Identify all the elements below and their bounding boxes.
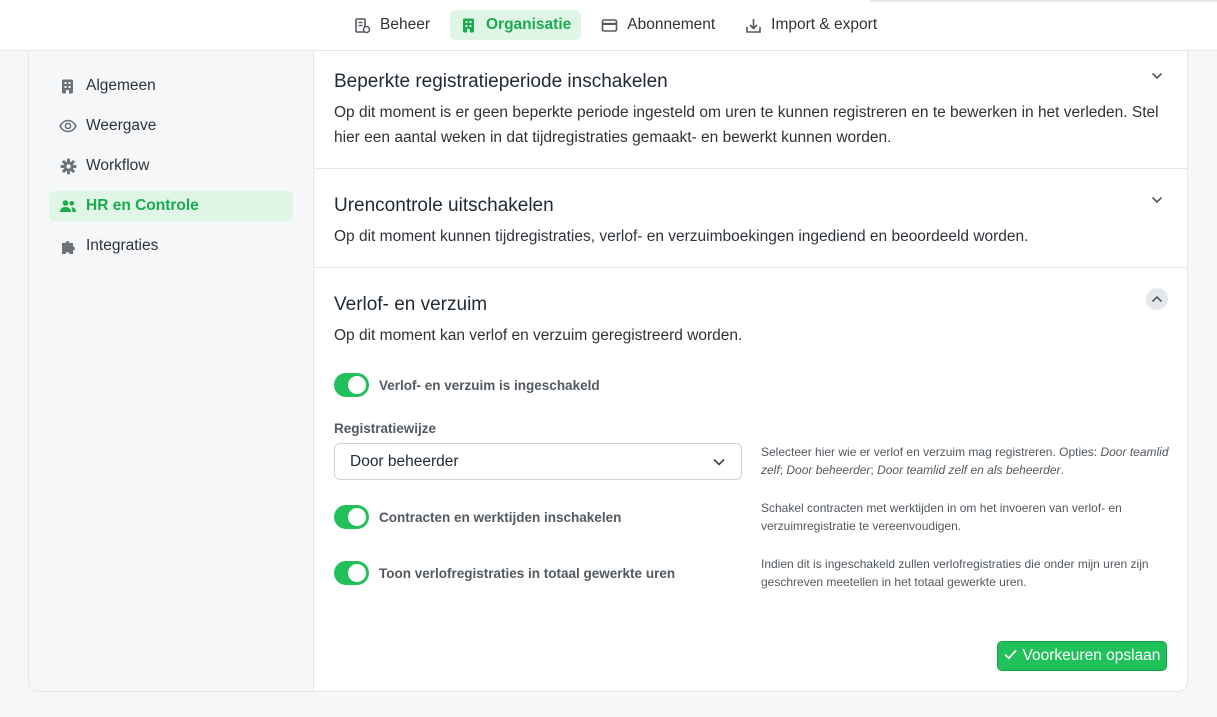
- chevron-down-icon[interactable]: [1146, 65, 1168, 87]
- section-description: Op dit moment kan verlof en verzuim gere…: [334, 327, 743, 344]
- sidebar-item-algemeen[interactable]: Algemeen: [49, 71, 293, 101]
- section-registration-period: Beperkte registratieperiode inschakelen …: [314, 51, 1188, 169]
- save-preferences-button[interactable]: Voorkeuren opslaan: [997, 641, 1167, 671]
- section-description: Op dit moment kunnen tijdregistraties, v…: [334, 228, 1029, 245]
- show-leave-label: Toon verlofregistraties in totaal gewerk…: [379, 566, 676, 581]
- show-leave-toggle[interactable]: [334, 561, 369, 585]
- tab-label: Beheer: [380, 16, 430, 33]
- chevron-up-icon[interactable]: [1146, 288, 1168, 310]
- section-title: Beperkte registratieperiode inschakelen: [334, 71, 668, 92]
- credit-card-icon: [601, 17, 618, 34]
- leave-enabled-label: Verlof- en verzuim is ingeschakeld: [379, 378, 600, 393]
- tab-label: Abonnement: [627, 16, 716, 33]
- building-gear-icon: [354, 17, 371, 34]
- registration-mode-help: Selecteer hier wie er verlof en verzuim …: [761, 443, 1171, 479]
- tab-label: Import & export: [771, 16, 878, 33]
- help-text: .: [1060, 463, 1064, 477]
- sidebar-item-workflow[interactable]: Workflow: [49, 151, 293, 181]
- eye-icon: [59, 117, 77, 135]
- building-icon: [460, 17, 477, 34]
- top-navigation: Beheer Organisatie Abonnement Import & e…: [0, 0, 1217, 51]
- sidebar-item-label: HR en Controle: [86, 197, 199, 214]
- chevron-down-icon[interactable]: [1146, 189, 1168, 211]
- top-divider: [870, 0, 1217, 2]
- check-icon: [1003, 647, 1017, 665]
- sidebar-item-label: Workflow: [86, 157, 150, 174]
- tab-abonnement[interactable]: Abonnement: [591, 10, 725, 40]
- puzzle-icon: [59, 237, 77, 255]
- contracts-label: Contracten en werktijden inschakelen: [379, 510, 622, 525]
- sidebar-item-label: Algemeen: [86, 77, 156, 94]
- leave-enabled-toggle[interactable]: [334, 373, 369, 397]
- sidebar-item-label: Weergave: [86, 117, 157, 134]
- tab-label: Organisatie: [485, 16, 572, 33]
- tab-beheer[interactable]: Beheer: [344, 10, 440, 40]
- registration-mode-label: Registratiewijze: [334, 421, 437, 436]
- registration-mode-select[interactable]: Door beheerder: [334, 443, 742, 480]
- help-text: Selecteer hier wie er verlof en verzuim …: [761, 445, 1101, 459]
- registration-mode-value: Door beheerder: [350, 452, 459, 470]
- section-description: Op dit moment is er geen beperkte period…: [334, 104, 1159, 146]
- building-icon: [59, 77, 77, 95]
- section-hour-control: Urencontrole uitschakelen Op dit moment …: [314, 169, 1188, 268]
- section-title: Verlof- en verzuim: [334, 294, 488, 315]
- users-icon: [59, 197, 77, 215]
- section-title: Urencontrole uitschakelen: [334, 195, 554, 216]
- sidebar-item-weergave[interactable]: Weergave: [49, 111, 293, 141]
- sidebar-item-hr-en-controle[interactable]: HR en Controle: [49, 191, 293, 221]
- section-leave-absence: Verlof- en verzuim Op dit moment kan ver…: [314, 268, 1188, 691]
- help-option: Door teamlid zelf en als beheerder: [877, 463, 1061, 477]
- settings-content: Beperkte registratieperiode inschakelen …: [314, 51, 1188, 691]
- show-leave-help: Indien dit is ingeschakeld zullen verlof…: [761, 557, 1149, 589]
- tab-import-export[interactable]: Import & export: [735, 10, 887, 40]
- settings-card: Algemeen Weergave Workflow HR en Control…: [28, 51, 1188, 692]
- save-label: Voorkeuren opslaan: [1022, 647, 1161, 664]
- contracts-help: Schakel contracten met werktijden in om …: [761, 501, 1122, 533]
- help-option: Door beheerder: [786, 463, 871, 477]
- download-icon: [745, 17, 762, 34]
- nav-tabs: Beheer Organisatie Abonnement Import & e…: [344, 10, 887, 40]
- sidebar-item-label: Integraties: [86, 237, 159, 254]
- sidebar: Algemeen Weergave Workflow HR en Control…: [29, 51, 314, 691]
- sidebar-item-integraties[interactable]: Integraties: [49, 231, 293, 261]
- contracts-toggle[interactable]: [334, 505, 369, 529]
- tab-organisatie[interactable]: Organisatie: [449, 10, 582, 40]
- gear-icon: [59, 157, 77, 175]
- chevron-down-icon: [711, 454, 727, 470]
